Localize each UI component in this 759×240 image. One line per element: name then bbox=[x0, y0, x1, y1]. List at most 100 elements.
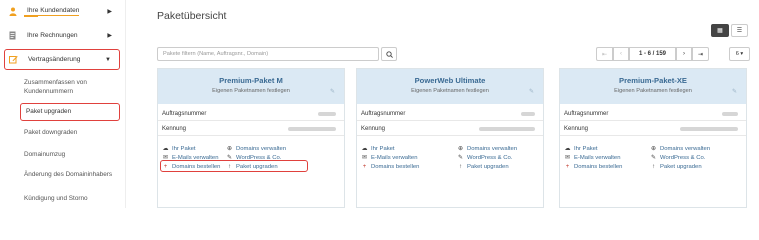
order-number-label: Auftragsnummer bbox=[564, 111, 609, 117]
card-header: PowerWeb Ultimate Eigenen Paketnamen fes… bbox=[357, 69, 543, 104]
wand-icon: ✎ bbox=[650, 155, 657, 161]
id-row: Kennung bbox=[357, 123, 543, 136]
pencil-icon[interactable]: ✎ bbox=[529, 88, 534, 95]
list-view-button[interactable]: ☰ bbox=[731, 24, 748, 37]
pencil-icon[interactable]: ✎ bbox=[330, 88, 335, 95]
sidebar-item-label: Ihre Kundendaten bbox=[27, 7, 80, 16]
pager-last-button[interactable]: ⇥ bbox=[692, 47, 709, 61]
sidebar-subitem-domain-transfer[interactable]: Domainumzug bbox=[24, 151, 120, 160]
action-label: Ihr Paket bbox=[574, 145, 598, 152]
card-title: Premium-Paket-XE bbox=[619, 76, 687, 85]
user-icon bbox=[8, 7, 17, 16]
action-label: Ihr Paket bbox=[172, 145, 196, 152]
package-filter-input[interactable]: Pakete filtern (Name, Auftragsnr., Domai… bbox=[157, 47, 379, 61]
globe-icon: ⊕ bbox=[650, 146, 657, 152]
highlight-box bbox=[160, 160, 308, 172]
pager-prev-button[interactable]: ‹ bbox=[613, 47, 629, 61]
package-card: Premium-Paket-XE Eigenen Paketnamen fest… bbox=[559, 68, 747, 208]
wordpress-link[interactable]: ✎ WordPress & Co. bbox=[650, 153, 705, 162]
cloud-icon: ☁ bbox=[564, 146, 571, 152]
id-label: Kennung bbox=[564, 126, 589, 132]
sidebar-subitem-merge-customer-numbers[interactable]: Zusammenfassen von Kundennummern bbox=[24, 79, 120, 96]
card-header: Premium-Paket M Eigenen Paketnamen festl… bbox=[158, 69, 344, 104]
action-label: Domains bestellen bbox=[574, 163, 623, 170]
order-domains-link[interactable]: + Domains bestellen bbox=[361, 162, 420, 171]
search-icon bbox=[385, 50, 393, 58]
document-icon bbox=[8, 31, 17, 40]
manage-emails-link[interactable]: ✉ E-Mails verwalten bbox=[361, 153, 418, 162]
action-label: Domains verwalten bbox=[467, 145, 518, 152]
plus-icon: + bbox=[362, 163, 367, 170]
caret-down-icon: ▼ bbox=[105, 56, 111, 63]
pager-first-button[interactable]: ⇤ bbox=[596, 47, 613, 61]
action-label: Domains bestellen bbox=[371, 163, 420, 170]
package-card: Premium-Paket M Eigenen Paketnamen festl… bbox=[157, 68, 345, 208]
sidebar-subitem-cancellation[interactable]: Kündigung und Storno bbox=[24, 195, 120, 204]
pager-next-button[interactable]: › bbox=[676, 47, 692, 61]
grid-view-button[interactable]: ▦ bbox=[711, 24, 729, 37]
redacted-value bbox=[521, 112, 535, 116]
page-size-select[interactable]: 6 ▾ bbox=[729, 47, 750, 61]
id-label: Kennung bbox=[361, 126, 386, 132]
action-label: Paket upgraden bbox=[467, 163, 509, 170]
package-card: PowerWeb Ultimate Eigenen Paketnamen fes… bbox=[356, 68, 544, 208]
globe-icon: ⊕ bbox=[457, 146, 464, 152]
action-label: E-Mails verwalten bbox=[371, 154, 418, 161]
wand-icon: ✎ bbox=[457, 155, 464, 161]
sidebar: Ihre Kundendaten ▶ Ihre Rechnungen ▶ Ver… bbox=[0, 0, 126, 208]
edit-icon bbox=[9, 55, 18, 64]
id-row: Kennung bbox=[560, 123, 746, 136]
arrow-up-icon: ↑ bbox=[459, 163, 462, 170]
sidebar-subitem-domain-owner-change[interactable]: Änderung des Domaininhabers bbox=[24, 171, 120, 180]
package-name-link[interactable]: Eigenen Paketnamen festlegen bbox=[357, 88, 543, 94]
upgrade-package-link[interactable]: ↑ Paket upgraden bbox=[457, 162, 509, 171]
action-label: WordPress & Co. bbox=[660, 154, 706, 161]
sidebar-item-contract-change[interactable]: Vertragsänderung ▼ bbox=[4, 49, 120, 70]
action-label: Domains verwalten bbox=[236, 145, 287, 152]
action-label: E-Mails verwalten bbox=[574, 154, 621, 161]
id-row: Kennung bbox=[158, 123, 344, 136]
cloud-icon: ☁ bbox=[162, 146, 169, 152]
package-name-link[interactable]: Eigenen Paketnamen festlegen bbox=[560, 88, 746, 94]
action-label: Ihr Paket bbox=[371, 145, 395, 152]
order-number-label: Auftragsnummer bbox=[361, 111, 406, 117]
sidebar-item-customer-data[interactable]: Ihre Kundendaten ▶ bbox=[4, 1, 120, 22]
your-package-link[interactable]: ☁ Ihr Paket bbox=[564, 144, 598, 153]
manage-domains-link[interactable]: ⊕ Domains verwalten bbox=[226, 144, 286, 153]
plus-icon: + bbox=[565, 163, 570, 170]
manage-emails-link[interactable]: ✉ E-Mails verwalten bbox=[564, 153, 621, 162]
upgrade-package-link[interactable]: ↑ Paket upgraden bbox=[650, 162, 702, 171]
wordpress-link[interactable]: ✎ WordPress & Co. bbox=[457, 153, 512, 162]
redacted-value bbox=[722, 112, 738, 116]
order-number-label: Auftragsnummer bbox=[162, 111, 207, 117]
your-package-link[interactable]: ☁ Ihr Paket bbox=[162, 144, 196, 153]
mail-icon: ✉ bbox=[564, 155, 571, 161]
list-icon: ☰ bbox=[736, 28, 743, 34]
sidebar-subitem-package-downgrade[interactable]: Paket downgraden bbox=[24, 129, 120, 138]
redacted-value bbox=[288, 127, 336, 131]
action-label: Domains verwalten bbox=[660, 145, 711, 152]
pager-info: 1 - 6 / 159 bbox=[629, 47, 676, 61]
manage-domains-link[interactable]: ⊕ Domains verwalten bbox=[457, 144, 517, 153]
pencil-icon[interactable]: ✎ bbox=[732, 88, 737, 95]
page-title: Paketübersicht bbox=[157, 10, 227, 22]
arrow-up-icon: ↑ bbox=[652, 163, 655, 170]
sidebar-item-label: Ihre Rechnungen bbox=[27, 32, 78, 39]
sidebar-item-invoices[interactable]: Ihre Rechnungen ▶ bbox=[4, 25, 120, 46]
order-number-row: Auftragsnummer bbox=[357, 108, 543, 121]
your-package-link[interactable]: ☁ Ihr Paket bbox=[361, 144, 395, 153]
order-domains-link[interactable]: + Domains bestellen bbox=[564, 162, 623, 171]
search-button[interactable] bbox=[381, 47, 397, 61]
action-label: Paket upgraden bbox=[660, 163, 702, 170]
action-label: WordPress & Co. bbox=[467, 154, 513, 161]
sidebar-subitem-package-upgrade[interactable]: Paket upgraden bbox=[20, 103, 120, 121]
card-header: Premium-Paket-XE Eigenen Paketnamen fest… bbox=[560, 69, 746, 104]
id-label: Kennung bbox=[162, 126, 187, 132]
manage-domains-link[interactable]: ⊕ Domains verwalten bbox=[650, 144, 710, 153]
order-number-row: Auftragsnummer bbox=[560, 108, 746, 121]
redacted-value bbox=[680, 127, 738, 131]
package-name-link[interactable]: Eigenen Paketnamen festlegen bbox=[158, 88, 344, 94]
caret-right-icon: ▶ bbox=[107, 9, 112, 15]
card-title: Premium-Paket M bbox=[219, 76, 283, 85]
sidebar-item-label: Vertragsänderung bbox=[28, 56, 81, 63]
